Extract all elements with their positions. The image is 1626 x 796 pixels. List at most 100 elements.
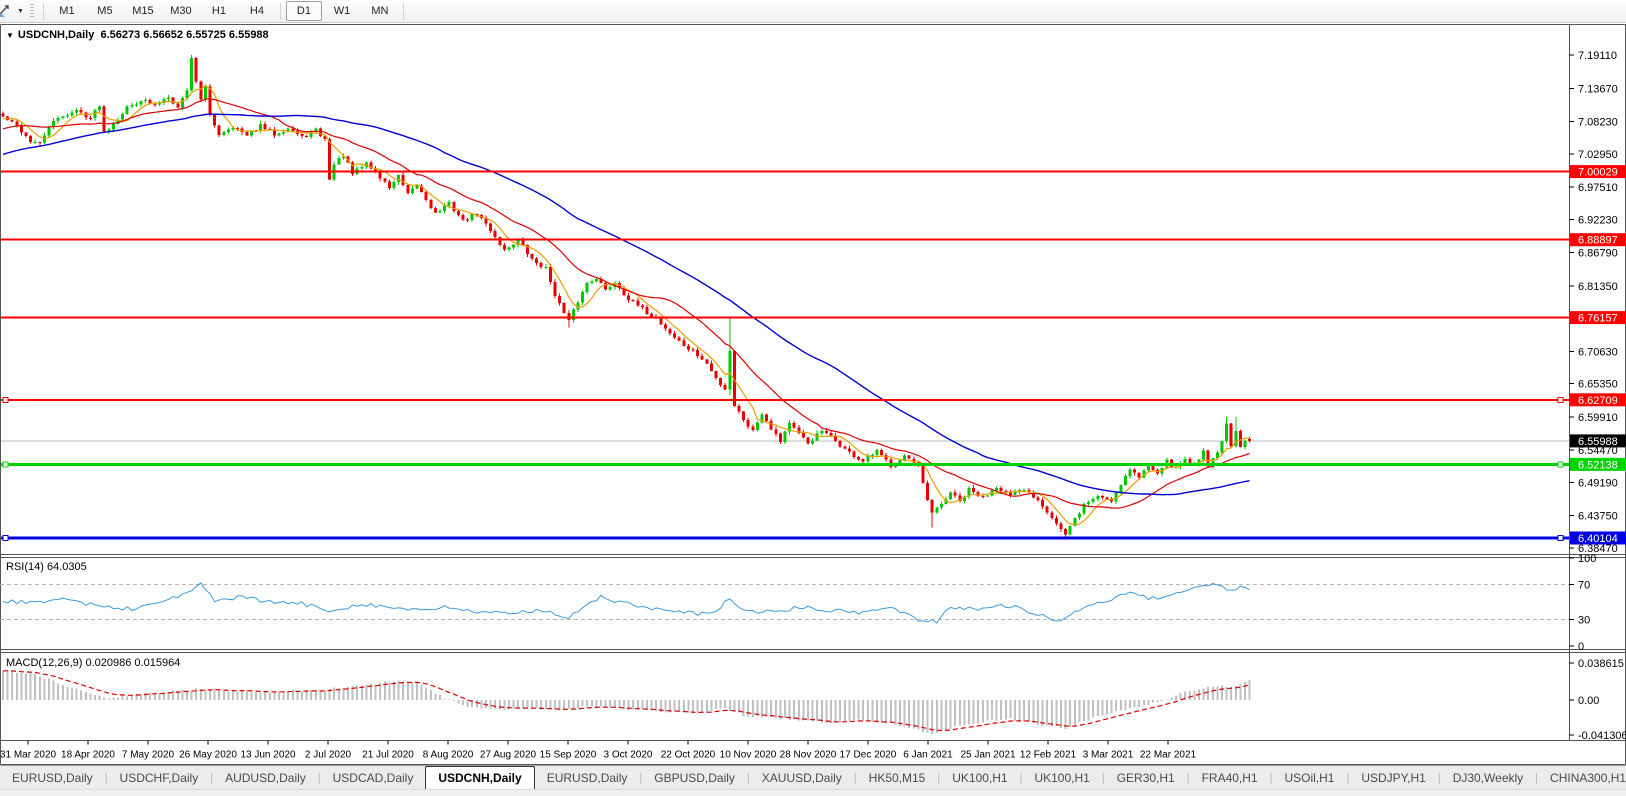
- timeframe-button-h1[interactable]: H1: [201, 1, 237, 21]
- timeframe-toolbar: ▼ M1M5M15M30H1H4 D1W1MN: [0, 0, 1626, 23]
- rsi-indicator-label: RSI(14) 64.0305: [6, 561, 87, 573]
- svg-text:7.08230: 7.08230: [1578, 117, 1618, 129]
- svg-text:7.13670: 7.13670: [1578, 83, 1618, 95]
- svg-text:31 Mar 2020: 31 Mar 2020: [0, 750, 57, 761]
- svg-text:-0.041306: -0.041306: [1578, 730, 1626, 742]
- svg-text:18 Apr 2020: 18 Apr 2020: [61, 750, 115, 761]
- chart-tab-hk50-m15[interactable]: HK50,M15: [857, 766, 938, 789]
- line-handle[interactable]: [1558, 536, 1563, 541]
- rsi-pane: 10070300: [0, 553, 1596, 653]
- line-handle[interactable]: [1558, 397, 1563, 402]
- svg-text:6 Jan 2021: 6 Jan 2021: [903, 750, 953, 761]
- rsi-line: [3, 583, 1250, 623]
- chart-tab-gbpusd-daily[interactable]: GBPUSD,Daily: [642, 766, 747, 789]
- line-handle[interactable]: [3, 462, 8, 467]
- chart-frame: [0, 25, 1626, 765]
- macd-values: 0.020986 0.015964: [85, 657, 180, 669]
- rsi-value: 64.0305: [47, 561, 87, 573]
- price-line-label: 6.76157: [1578, 313, 1618, 325]
- macd-signal-line: [3, 671, 1250, 731]
- svg-text:8 Aug 2020: 8 Aug 2020: [423, 750, 474, 761]
- svg-text:15 Sep 2020: 15 Sep 2020: [540, 750, 597, 761]
- svg-text:25 Jan 2021: 25 Jan 2021: [960, 750, 1015, 761]
- timeframe-button-w1[interactable]: W1: [324, 1, 360, 21]
- svg-text:6.70630: 6.70630: [1578, 346, 1618, 358]
- macd-histogram: [3, 670, 1250, 734]
- svg-text:7.19110: 7.19110: [1578, 50, 1617, 62]
- chart-tab-uk100-h1[interactable]: UK100,H1: [940, 766, 1019, 789]
- candles-layer: [2, 55, 1252, 539]
- svg-text:13 Jun 2020: 13 Jun 2020: [240, 750, 295, 761]
- toolbar-separator: [403, 3, 404, 20]
- crosshair-icon: [0, 4, 14, 18]
- svg-text:0.038615: 0.038615: [1578, 658, 1624, 670]
- chart-tab-usdchf-daily[interactable]: USDCHF,Daily: [108, 766, 211, 789]
- svg-text:17 Dec 2020: 17 Dec 2020: [840, 750, 897, 761]
- price-line-label: 6.88897: [1578, 235, 1618, 247]
- svg-text:100: 100: [1578, 553, 1596, 565]
- timeframe-button-h4[interactable]: H4: [239, 1, 275, 21]
- svg-text:6.86790: 6.86790: [1578, 248, 1618, 260]
- timeframe-button-m30[interactable]: M30: [163, 1, 199, 21]
- svg-text:0: 0: [1578, 641, 1584, 653]
- drawing-tool-icon[interactable]: [0, 4, 16, 18]
- ma-mid-line: [3, 99, 1250, 508]
- svg-text:10 Nov 2020: 10 Nov 2020: [720, 750, 777, 761]
- chart-tab-eurusd-daily[interactable]: EURUSD,Daily: [535, 766, 640, 789]
- bottom-strip: [0, 789, 1626, 796]
- chart-tab-usdjpy-h1[interactable]: USDJPY,H1: [1349, 766, 1437, 789]
- macd-indicator-label: MACD(12,26,9) 0.020986 0.015964: [6, 657, 180, 669]
- timeframe-button-mn[interactable]: MN: [362, 1, 398, 21]
- svg-text:6.81350: 6.81350: [1578, 281, 1618, 293]
- svg-text:7 May 2020: 7 May 2020: [122, 750, 175, 761]
- timeframe-button-m5[interactable]: M5: [87, 1, 123, 21]
- chart-tab-dj30-weekly[interactable]: DJ30,Weekly: [1441, 766, 1535, 789]
- timeframe-button-m1[interactable]: M1: [49, 1, 85, 21]
- chart-tab-xauusd-daily[interactable]: XAUUSD,Daily: [750, 766, 854, 789]
- line-handle[interactable]: [1558, 462, 1563, 467]
- price-chart-svg: 7.191107.136707.082307.029506.975106.922…: [0, 24, 1626, 765]
- chart-title: ▼ USDCNH,Daily 6.56273 6.56652 6.55725 6.…: [6, 29, 269, 41]
- timeframe-button-m15[interactable]: M15: [125, 1, 161, 21]
- tab-list: EURUSD,Daily|USDCHF,Daily|AUDUSD,Daily|U…: [0, 766, 1626, 789]
- svg-text:6.49190: 6.49190: [1578, 477, 1618, 489]
- svg-text:7.02950: 7.02950: [1578, 149, 1618, 161]
- svg-text:26 May 2020: 26 May 2020: [179, 750, 237, 761]
- toolbar-separator: [280, 3, 281, 20]
- chart-tab-usdcad-daily[interactable]: USDCAD,Daily: [321, 766, 426, 789]
- price-line-label: 6.62709: [1578, 395, 1618, 407]
- collapse-triangle-icon[interactable]: ▼: [6, 31, 14, 40]
- chart-tab-usdcnh-daily[interactable]: USDCNH,Daily: [425, 766, 534, 789]
- ma-fast-line: [3, 86, 1250, 525]
- price-line-label: 6.52138: [1578, 459, 1618, 471]
- chart-tab-eurusd-daily[interactable]: EURUSD,Daily: [0, 766, 105, 789]
- chart-tab-china300-h1[interactable]: CHINA300,H1: [1538, 766, 1626, 789]
- ohlc-values: 6.56273 6.56652 6.55725 6.55988: [100, 29, 268, 41]
- svg-text:3 Oct 2020: 3 Oct 2020: [604, 750, 653, 761]
- toolbar-dropdown-caret[interactable]: ▼: [17, 8, 24, 15]
- price-line-label: 7.00029: [1578, 167, 1618, 179]
- chart-tab-uk100-h1[interactable]: UK100,H1: [1022, 766, 1101, 789]
- price-line-label: 6.40104: [1578, 533, 1618, 545]
- toolbar-grip[interactable]: [30, 4, 34, 19]
- svg-text:21 Jul 2020: 21 Jul 2020: [362, 750, 414, 761]
- chart-tab-usoil-h1[interactable]: USOil,H1: [1272, 766, 1346, 789]
- chart-tab-ger30-h1[interactable]: GER30,H1: [1105, 766, 1187, 789]
- line-handle[interactable]: [3, 536, 8, 541]
- chart-tab-audusd-daily[interactable]: AUDUSD,Daily: [213, 766, 318, 789]
- y-axis: 7.191107.136707.082307.029506.975106.922…: [1569, 50, 1618, 555]
- svg-text:2 Jul 2020: 2 Jul 2020: [305, 750, 352, 761]
- svg-text:0.00: 0.00: [1578, 695, 1599, 707]
- chart-tab-fra40-h1[interactable]: FRA40,H1: [1190, 766, 1270, 789]
- chart-tab-bar: EURUSD,Daily|USDCHF,Daily|AUDUSD,Daily|U…: [0, 765, 1626, 789]
- svg-text:22 Oct 2020: 22 Oct 2020: [661, 750, 716, 761]
- svg-text:12 Feb 2021: 12 Feb 2021: [1020, 750, 1077, 761]
- current-price-label: 6.55988: [1578, 436, 1618, 448]
- line-handle[interactable]: [3, 397, 8, 402]
- timeframe-button-d1[interactable]: D1: [286, 1, 322, 21]
- svg-text:30: 30: [1578, 615, 1590, 627]
- svg-text:6.59910: 6.59910: [1578, 412, 1618, 424]
- svg-text:28 Nov 2020: 28 Nov 2020: [780, 750, 837, 761]
- symbol-period-label: USDCNH,Daily: [18, 29, 94, 41]
- svg-text:3 Mar 2021: 3 Mar 2021: [1083, 750, 1134, 761]
